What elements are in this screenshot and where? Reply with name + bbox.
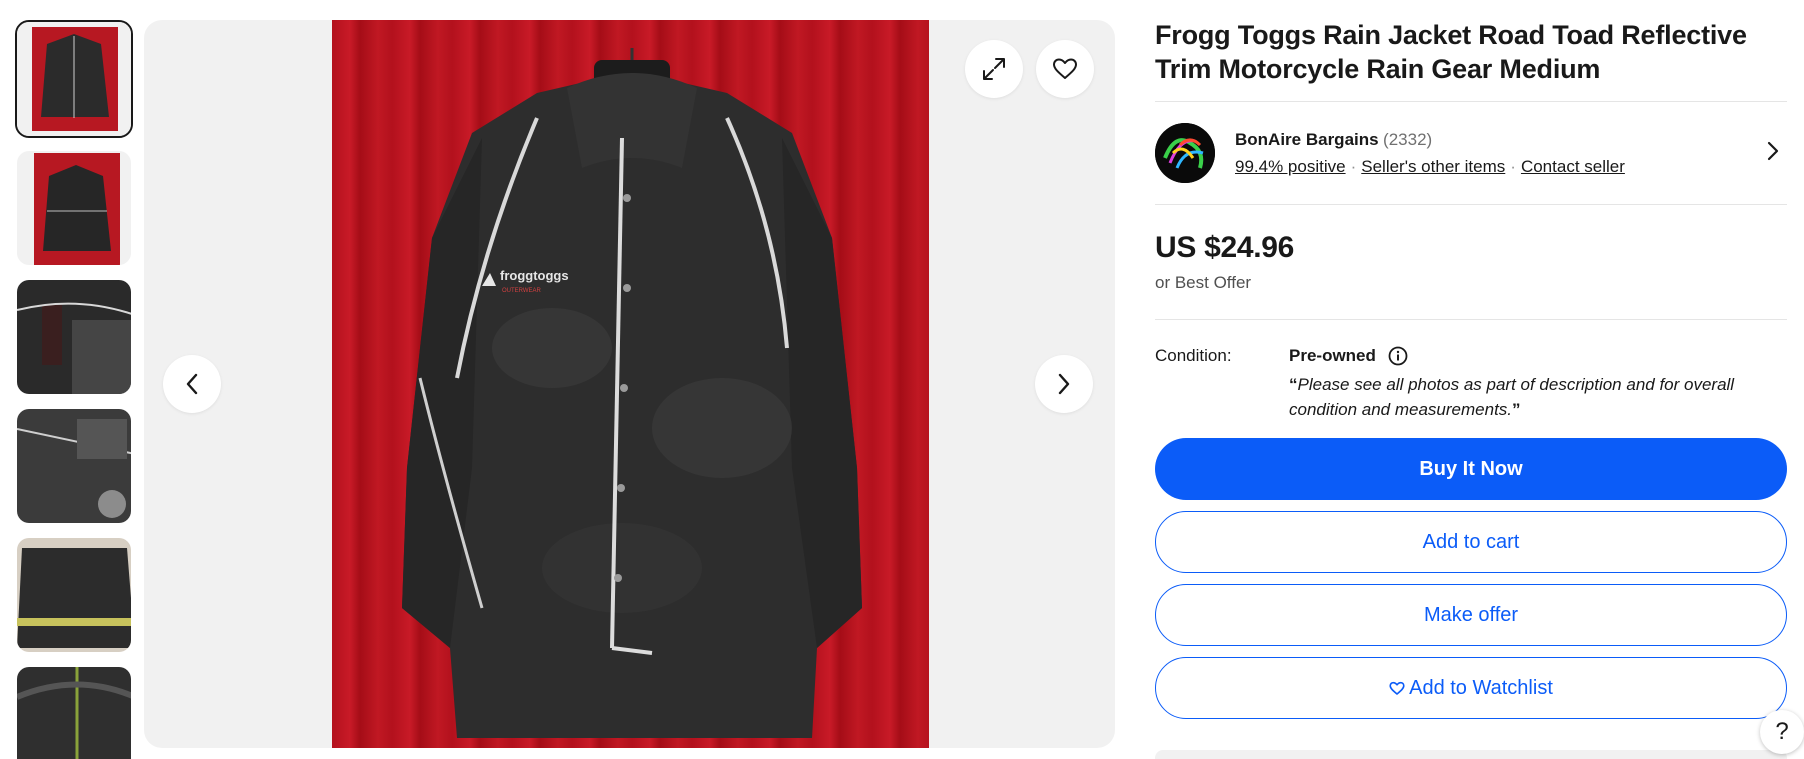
listing-title: Frogg Toggs Rain Jacket Road Toad Reflec… — [1155, 20, 1747, 84]
condition-value: Pre-owned — [1289, 346, 1787, 366]
expand-button[interactable] — [965, 40, 1023, 98]
help-button[interactable]: ? — [1760, 710, 1804, 754]
thumbnail-3[interactable] — [15, 278, 133, 396]
jacket-image: froggtoggs OUTERWEAR — [402, 48, 862, 738]
buy-it-now-button[interactable]: Buy It Now — [1155, 438, 1787, 500]
contact-seller-link[interactable]: Contact seller — [1521, 157, 1625, 176]
expand-icon — [983, 58, 1005, 80]
seller-positive-link[interactable]: 99.4% positive — [1235, 157, 1346, 176]
condition-section: Condition: Pre-owned “Please see all pho… — [1155, 346, 1787, 438]
product-photo[interactable]: froggtoggs OUTERWEAR — [332, 20, 929, 748]
add-to-watchlist-label: Add to Watchlist — [1409, 676, 1553, 699]
heart-icon — [1053, 58, 1077, 79]
previous-image-button[interactable] — [163, 355, 221, 413]
price-section: US $24.96 or Best Offer — [1155, 205, 1787, 319]
price-amount: US $24.96 — [1155, 231, 1295, 264]
condition-value-text: Pre-owned — [1289, 346, 1376, 365]
thumbnail-5[interactable] — [15, 536, 133, 654]
condition-note: “Please see all photos as part of descri… — [1289, 375, 1735, 419]
heart-icon — [1389, 681, 1405, 695]
main-image-gallery: froggtoggs OUTERWEAR — [144, 20, 1115, 748]
chevron-right-icon — [1058, 373, 1070, 395]
chevron-right-icon[interactable] — [1767, 141, 1779, 161]
svg-text:froggtoggs: froggtoggs — [500, 268, 569, 283]
next-section-edge — [1155, 750, 1787, 759]
thumbnail-2[interactable] — [15, 149, 133, 267]
seller-feedback-count: (2332) — [1383, 129, 1433, 149]
divider — [1155, 319, 1787, 320]
add-to-watchlist-button[interactable]: Add to Watchlist — [1155, 657, 1787, 719]
listing-info-panel: Frogg Toggs Rain Jacket Road Toad Reflec… — [1155, 18, 1787, 730]
thumbnail-1[interactable] — [15, 20, 133, 138]
best-offer-text: or Best Offer — [1155, 273, 1252, 292]
make-offer-button[interactable]: Make offer — [1155, 584, 1787, 646]
seller-card[interactable]: BonAire Bargains (2332) 99.4% positive · S… — [1155, 102, 1787, 204]
separator-dot: · — [1510, 156, 1516, 176]
thumbnail-list — [15, 20, 135, 759]
separator-dot: · — [1350, 156, 1357, 176]
add-to-cart-button[interactable]: Add to cart — [1155, 511, 1787, 573]
seller-details: BonAire Bargains (2332) 99.4% positive · S… — [1235, 130, 1625, 177]
thumbnail-4[interactable] — [15, 407, 133, 525]
chevron-left-icon — [186, 373, 198, 395]
seller-other-items-link[interactable]: Seller's other items — [1361, 157, 1505, 176]
thumbnail-6[interactable] — [15, 665, 133, 759]
condition-label: Condition: — [1155, 346, 1232, 365]
seller-avatar[interactable] — [1155, 123, 1215, 183]
svg-text:OUTERWEAR: OUTERWEAR — [502, 288, 542, 294]
seller-links: 99.4% positive · Seller's other items · Cont… — [1235, 157, 1625, 177]
next-image-button[interactable] — [1035, 355, 1093, 413]
favorite-button[interactable] — [1036, 40, 1094, 98]
seller-name[interactable]: BonAire Bargains — [1235, 130, 1379, 149]
info-icon[interactable] — [1388, 346, 1408, 366]
